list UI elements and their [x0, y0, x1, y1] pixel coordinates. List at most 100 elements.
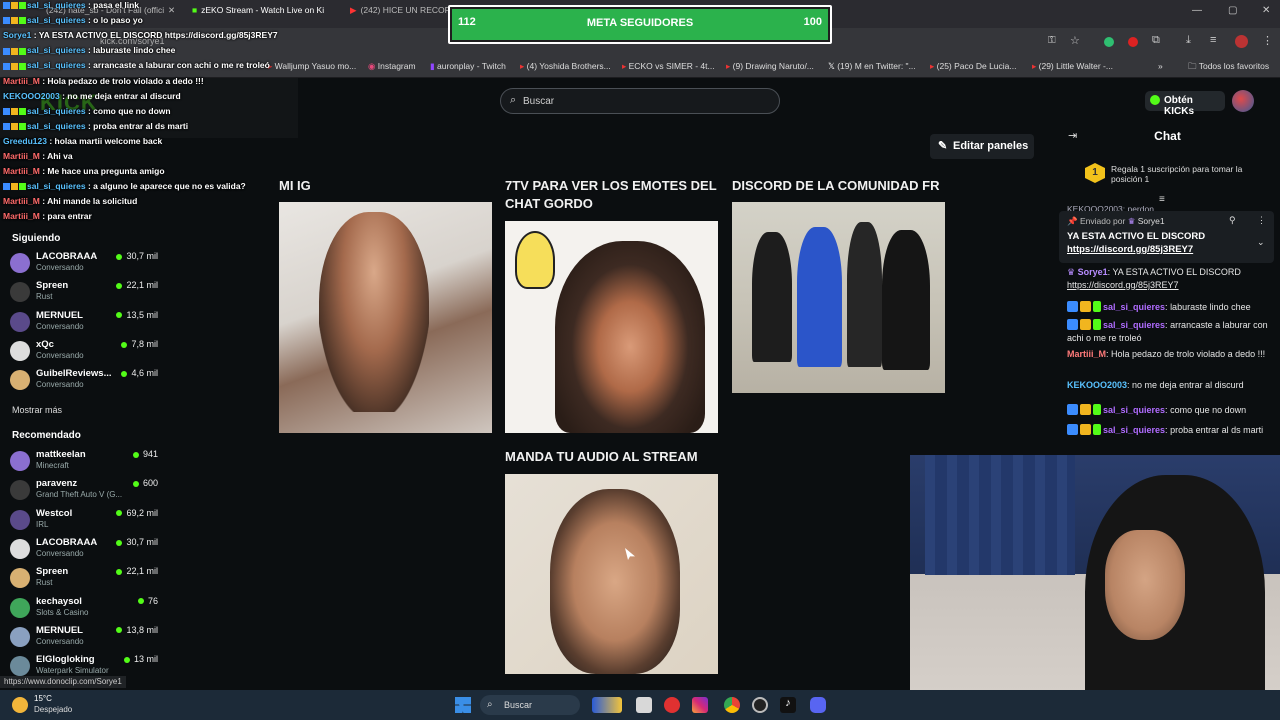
chat-message[interactable]: sal_si_quieres: laburaste lindo chee: [1067, 301, 1272, 314]
channel-row[interactable]: Spreen Rust 22,1 mil: [10, 565, 160, 591]
pinned-menu-icon[interactable]: ⋮: [1257, 215, 1266, 226]
minimize-icon[interactable]: —: [1192, 5, 1202, 23]
audio-panel-image[interactable]: [505, 474, 718, 674]
widget-icon[interactable]: [592, 697, 622, 713]
viewer-count: 30,7 mil: [116, 537, 158, 547]
viewer-count: 13 mil: [124, 654, 158, 664]
badge-icon: [11, 183, 18, 191]
overlay-username: KEKOOO2003: [3, 90, 60, 101]
channel-row[interactable]: GuibelReviews... Conversando 4,6 mil: [10, 367, 160, 393]
chat-username[interactable]: sal_si_quieres: [1103, 302, 1165, 312]
media-control-icon[interactable]: ≡: [1210, 34, 1216, 46]
close-tab-icon[interactable]: ✕: [168, 5, 175, 16]
group-photo-figure: [882, 230, 930, 370]
bookmark-star-icon[interactable]: ☆: [1070, 34, 1080, 47]
channel-row[interactable]: LACOBRAAA Conversando 30,7 mil: [10, 250, 160, 276]
browser-tab[interactable]: ▶ (242) HICE UN RECORD: [350, 5, 460, 23]
chat-username[interactable]: sal_si_quieres: [1103, 320, 1165, 330]
channel-row[interactable]: Westcol IRL 69,2 mil: [10, 507, 160, 533]
bookmark-item[interactable]: ▸ (25) Paco De Lucia...: [930, 61, 1017, 72]
extension-icon[interactable]: [1104, 37, 1114, 47]
chat-link[interactable]: https://discord.gg/85j3REY7: [1067, 280, 1179, 290]
badge-icon: [1080, 404, 1091, 415]
tiktok-icon[interactable]: ♪: [780, 697, 796, 713]
instagram-icon[interactable]: [692, 697, 708, 713]
maximize-icon[interactable]: ▢: [1228, 5, 1237, 23]
chat-message[interactable]: sal_si_quieres: como que no down: [1067, 404, 1272, 417]
gift-sub-text[interactable]: Regala 1 suscripción para tomar la posic…: [1111, 164, 1271, 184]
discord-panel-image[interactable]: [732, 202, 945, 393]
chat-username[interactable]: sal_si_quieres: [1103, 425, 1165, 435]
overlay-message: Hola pedazo de trolo violado a dedo !!!: [47, 75, 204, 86]
file-explorer-icon[interactable]: [636, 697, 652, 713]
bookmark-item[interactable]: ▸ Walljump Yasuo mo...: [268, 61, 356, 72]
7tv-panel-image[interactable]: [505, 221, 718, 433]
browser-tab-active[interactable]: ■ zEKO Stream - Watch Live on Ki: [192, 5, 342, 23]
browser-menu-icon[interactable]: ⋮: [1262, 34, 1273, 47]
search-input[interactable]: ⌕ Buscar: [500, 88, 780, 114]
channel-row[interactable]: LACOBRAAA Conversando 30,7 mil: [10, 536, 160, 562]
chat-scroll-icon[interactable]: ≡: [1159, 194, 1165, 205]
bookmark-item[interactable]: ▸ (29) Little Walter -...: [1032, 61, 1113, 72]
chat-username[interactable]: sal_si_quieres: [1103, 405, 1165, 415]
overlay-message: o lo paso yo: [93, 15, 143, 26]
discord-icon[interactable]: [810, 697, 826, 713]
profile-avatar[interactable]: [1235, 35, 1248, 48]
user-avatar[interactable]: [1232, 90, 1254, 112]
bookmark-item[interactable]: ▮ auronplay - Twitch: [430, 61, 506, 72]
channel-row[interactable]: kechaysol Slots & Casino 76: [10, 595, 160, 621]
close-window-icon[interactable]: ✕: [1262, 5, 1270, 23]
extension-icon[interactable]: [1128, 37, 1138, 47]
channel-avatar: [10, 626, 30, 647]
expand-pinned-icon[interactable]: ⌄: [1257, 237, 1265, 248]
badge-icon: [1093, 319, 1101, 330]
channel-row[interactable]: Spreen Rust 22,1 mil: [10, 279, 160, 305]
group-photo-figure: [847, 222, 882, 367]
channel-row[interactable]: MERNUEL Conversando 13,5 mil: [10, 309, 160, 335]
chrome-icon[interactable]: [724, 697, 740, 713]
taskbar-search[interactable]: ⌕ Buscar: [480, 695, 580, 715]
channel-row[interactable]: paravenz Grand Theft Auto V (G... 600: [10, 477, 160, 503]
chat-message[interactable]: Martiii_M: Hola pedazo de trolo violado …: [1067, 348, 1272, 361]
channel-category: Conversando: [36, 321, 84, 331]
chat-username[interactable]: Sorye1: [1078, 267, 1108, 277]
weather-temp[interactable]: 15°C: [34, 694, 52, 703]
key-icon[interactable]: ⚿: [1048, 35, 1056, 46]
app-icon[interactable]: [752, 697, 768, 713]
tab-title: zEKO Stream - Watch Live on Ki: [201, 5, 325, 15]
chat-message[interactable]: KEKOOO2003: no me deja entrar al discurd: [1067, 379, 1272, 392]
chat-message[interactable]: sal_si_quieres: arrancaste a laburar con…: [1067, 319, 1272, 345]
all-bookmarks-folder[interactable]: 🗀 Todos los favoritos: [1188, 61, 1269, 75]
more-bookmarks-icon[interactable]: »: [1158, 61, 1163, 71]
bookmark-item[interactable]: ▸ ECKO vs SIMER - 4t...: [622, 61, 715, 72]
unpin-icon[interactable]: ⚲: [1229, 215, 1236, 226]
overlay-message: YA ESTA ACTIVO EL DISCORD https://discor…: [38, 30, 278, 41]
instagram-panel-image[interactable]: [279, 202, 492, 433]
edit-panels-button[interactable]: ✎ Editar paneles: [930, 134, 1034, 159]
bookmark-item[interactable]: ▸ (4) Yoshida Brothers...: [520, 61, 611, 72]
chat-username[interactable]: KEKOOO2003: [1067, 380, 1127, 390]
channel-row[interactable]: xQc Conversando 7,8 mil: [10, 338, 160, 364]
overlay-username: Martiii_M: [3, 75, 40, 86]
channel-name: Spreen: [36, 280, 69, 292]
bookmark-item[interactable]: ▸ (9) Drawing Naruto/...: [726, 61, 814, 72]
extensions-puzzle-icon[interactable]: ⧉: [1152, 34, 1160, 47]
chat-username[interactable]: Martiii_M: [1067, 349, 1106, 359]
download-icon[interactable]: ⤓: [1186, 34, 1191, 47]
channel-row[interactable]: mattkeelan Minecraft 941: [10, 448, 160, 474]
chat-message[interactable]: ♛ Sorye1: YA ESTA ACTIVO EL DISCORD https…: [1067, 266, 1272, 292]
badge-icon: [19, 62, 26, 70]
pinned-message[interactable]: 📌 Enviado por ♛ Sorye1 ⚲ ⋮ YA ESTA ACTIV…: [1059, 211, 1274, 263]
app-icon[interactable]: [664, 697, 680, 713]
channel-row[interactable]: MERNUEL Conversando 13,8 mil: [10, 624, 160, 650]
chat-message[interactable]: sal_si_quieres: proba entrar al ds marti: [1067, 424, 1272, 437]
pinned-link[interactable]: https://discord.gg/85j3REY7: [1067, 244, 1193, 255]
bookmark-item[interactable]: 𝕏 (19) M en Twitter: "...: [828, 61, 916, 72]
channel-category: Slots & Casino: [36, 607, 89, 617]
channel-avatar: [10, 538, 30, 559]
channel-avatar: [10, 311, 30, 332]
get-kicks-button[interactable]: Obtén KICKs: [1145, 91, 1225, 117]
channel-name: LACOBRAAA: [36, 536, 98, 548]
show-more-link[interactable]: Mostrar más: [12, 405, 62, 415]
bookmark-item[interactable]: ◉ Instagram: [368, 61, 416, 72]
